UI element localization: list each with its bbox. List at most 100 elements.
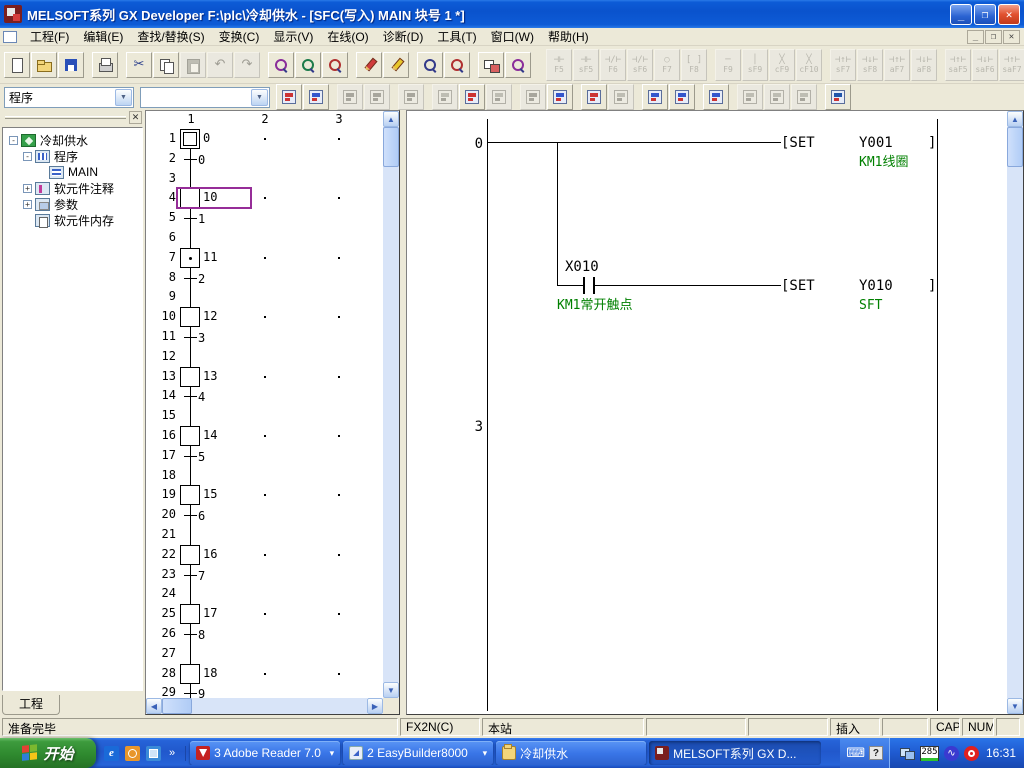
sfc-transition[interactable] bbox=[184, 634, 197, 635]
tree-item-3[interactable]: MAIN bbox=[5, 164, 140, 180]
taskbar-task-3[interactable]: 冷却供水 bbox=[496, 741, 646, 765]
write-mode-button[interactable] bbox=[356, 52, 382, 78]
taskbar-task-2[interactable]: 2 EasyBuilder8000▾ bbox=[343, 741, 493, 765]
keyboard-icon[interactable]: ⌨ bbox=[846, 745, 865, 761]
instruction-find-button[interactable] bbox=[322, 52, 348, 78]
ladder-vscroll-thumb[interactable] bbox=[1007, 127, 1023, 167]
sfc-transition[interactable] bbox=[184, 575, 197, 576]
ladder-diagram[interactable]: 0[SETY001]KM1线圈X010[SETY010]SFTKM1常开触点3 bbox=[407, 111, 1007, 714]
sfc-step[interactable] bbox=[180, 248, 200, 268]
sfc-transition[interactable] bbox=[184, 337, 197, 338]
sfc-transition[interactable] bbox=[184, 218, 197, 219]
sfc-tree-view-button[interactable] bbox=[303, 84, 329, 110]
stamp-button[interactable] bbox=[581, 84, 607, 110]
save-project-button[interactable] bbox=[58, 52, 84, 78]
menu-2[interactable]: 编辑(E) bbox=[76, 27, 130, 46]
mdi-restore-button[interactable]: ❐ bbox=[985, 30, 1002, 44]
scheduler-icon[interactable] bbox=[125, 746, 140, 761]
tree-expander-icon[interactable]: - bbox=[9, 136, 18, 145]
circuit-find-button[interactable] bbox=[505, 52, 531, 78]
program-find-button[interactable] bbox=[268, 52, 294, 78]
tree-item-5[interactable]: +参数 bbox=[5, 196, 140, 212]
window-jump-1-button[interactable] bbox=[642, 84, 668, 110]
sfc-vscroll-track[interactable] bbox=[383, 127, 399, 682]
menu-8[interactable]: 工具(T) bbox=[430, 27, 483, 46]
sfc-scroll-right-icon[interactable]: ▶ bbox=[367, 698, 383, 714]
tree-item-4[interactable]: +软元件注释 bbox=[5, 180, 140, 196]
data-type-combo[interactable]: 程序 ▼ bbox=[4, 87, 134, 108]
monitor-clock-button[interactable] bbox=[703, 84, 729, 110]
sfc-step[interactable] bbox=[180, 545, 200, 565]
device-display-button[interactable] bbox=[417, 52, 443, 78]
tree-item-6[interactable]: 软元件内存 bbox=[5, 212, 140, 228]
tree-expander-icon[interactable]: + bbox=[23, 184, 32, 193]
device-batch-button[interactable] bbox=[444, 52, 470, 78]
chevron-down-icon[interactable]: ▾ bbox=[483, 748, 488, 759]
sfc-step[interactable] bbox=[180, 485, 200, 505]
time-display-button[interactable] bbox=[547, 84, 573, 110]
ladder-scroll-down-icon[interactable]: ▼ bbox=[1007, 698, 1023, 714]
show-desktop-icon[interactable] bbox=[146, 746, 161, 761]
network-icon[interactable] bbox=[900, 746, 915, 761]
sfc-transition[interactable] bbox=[184, 278, 197, 279]
chevron-down-icon[interactable]: ▼ bbox=[115, 89, 132, 106]
sfc-scroll-left-icon[interactable]: ◀ bbox=[146, 698, 162, 714]
menu-9[interactable]: 窗口(W) bbox=[484, 27, 541, 46]
tree-expander-icon[interactable]: + bbox=[23, 200, 32, 209]
sfc-step[interactable] bbox=[180, 307, 200, 327]
ladder-scroll-up-icon[interactable]: ▲ bbox=[1007, 111, 1023, 127]
panel-grip[interactable] bbox=[5, 116, 126, 119]
sfc-hscroll-track[interactable] bbox=[162, 698, 367, 714]
sfc-transition[interactable] bbox=[184, 515, 197, 516]
chevron-more-icon[interactable]: » bbox=[167, 747, 177, 759]
chevron-down-icon[interactable]: ▾ bbox=[330, 748, 335, 759]
mdi-minimize-button[interactable]: _ bbox=[967, 30, 984, 44]
mdi-close-button[interactable]: ✕ bbox=[1003, 30, 1020, 44]
sfc-scroll-up-icon[interactable]: ▲ bbox=[383, 111, 399, 127]
sfc-zoom-write-button[interactable] bbox=[459, 84, 485, 110]
internet-explorer-icon[interactable]: e bbox=[104, 746, 119, 761]
menu-1[interactable]: 工程(F) bbox=[23, 27, 76, 46]
sfc-diagram[interactable]: 1231020341051671182910121131213131441516… bbox=[146, 111, 383, 698]
language-help-icon[interactable]: ? bbox=[869, 746, 883, 760]
new-project-button[interactable] bbox=[4, 52, 30, 78]
restore-button[interactable]: ❐ bbox=[974, 4, 996, 25]
sfc-step[interactable] bbox=[180, 426, 200, 446]
menu-7[interactable]: 诊断(D) bbox=[376, 27, 431, 46]
sound-wave-icon[interactable] bbox=[944, 746, 959, 761]
menu-4[interactable]: 变换(C) bbox=[212, 27, 267, 46]
taskbar-task-1[interactable]: 3 Adobe Reader 7.0▾ bbox=[190, 741, 340, 765]
ladder-transfer-button[interactable] bbox=[478, 52, 504, 78]
tree-item-2[interactable]: -程序 bbox=[5, 148, 140, 164]
sfc-scroll-down-icon[interactable]: ▼ bbox=[383, 682, 399, 698]
sfc-transition[interactable] bbox=[184, 456, 197, 457]
monitor-mode-button[interactable] bbox=[383, 52, 409, 78]
cut-button[interactable]: ✂ bbox=[126, 52, 152, 78]
sfc-initial-step[interactable] bbox=[180, 129, 200, 149]
tree-expander-icon[interactable]: - bbox=[23, 152, 32, 161]
mdi-child-icon[interactable] bbox=[3, 31, 17, 43]
ladder-vscroll-track[interactable] bbox=[1007, 127, 1023, 698]
sfc-step[interactable] bbox=[180, 604, 200, 624]
open-project-button[interactable] bbox=[31, 52, 57, 78]
print-button[interactable] bbox=[92, 52, 118, 78]
start-button[interactable]: 开始 bbox=[0, 738, 96, 768]
sfc-transition[interactable] bbox=[184, 396, 197, 397]
menu-10[interactable]: 帮助(H) bbox=[541, 27, 596, 46]
close-button[interactable]: ✕ bbox=[998, 4, 1020, 25]
sfc-hscroll-thumb[interactable] bbox=[162, 698, 192, 714]
chevron-down-icon[interactable]: ▼ bbox=[251, 89, 268, 106]
sfc-transition[interactable] bbox=[184, 693, 197, 694]
monitor-display-button[interactable] bbox=[825, 84, 851, 110]
menu-3[interactable]: 查找/替换(S) bbox=[130, 27, 211, 46]
menu-5[interactable]: 显示(V) bbox=[266, 27, 320, 46]
comment-edit-button[interactable] bbox=[276, 84, 302, 110]
tree-item-1[interactable]: -冷却供水 bbox=[5, 132, 140, 148]
device-find-button[interactable] bbox=[295, 52, 321, 78]
minimize-button[interactable]: _ bbox=[950, 4, 972, 25]
red-status-icon[interactable] bbox=[964, 746, 979, 761]
sfc-selection-cursor[interactable] bbox=[176, 187, 252, 209]
tab-project[interactable]: 工程 bbox=[2, 695, 60, 715]
sfc-step[interactable] bbox=[180, 664, 200, 684]
taskbar-task-4[interactable]: MELSOFT系列 GX D... bbox=[649, 741, 821, 765]
